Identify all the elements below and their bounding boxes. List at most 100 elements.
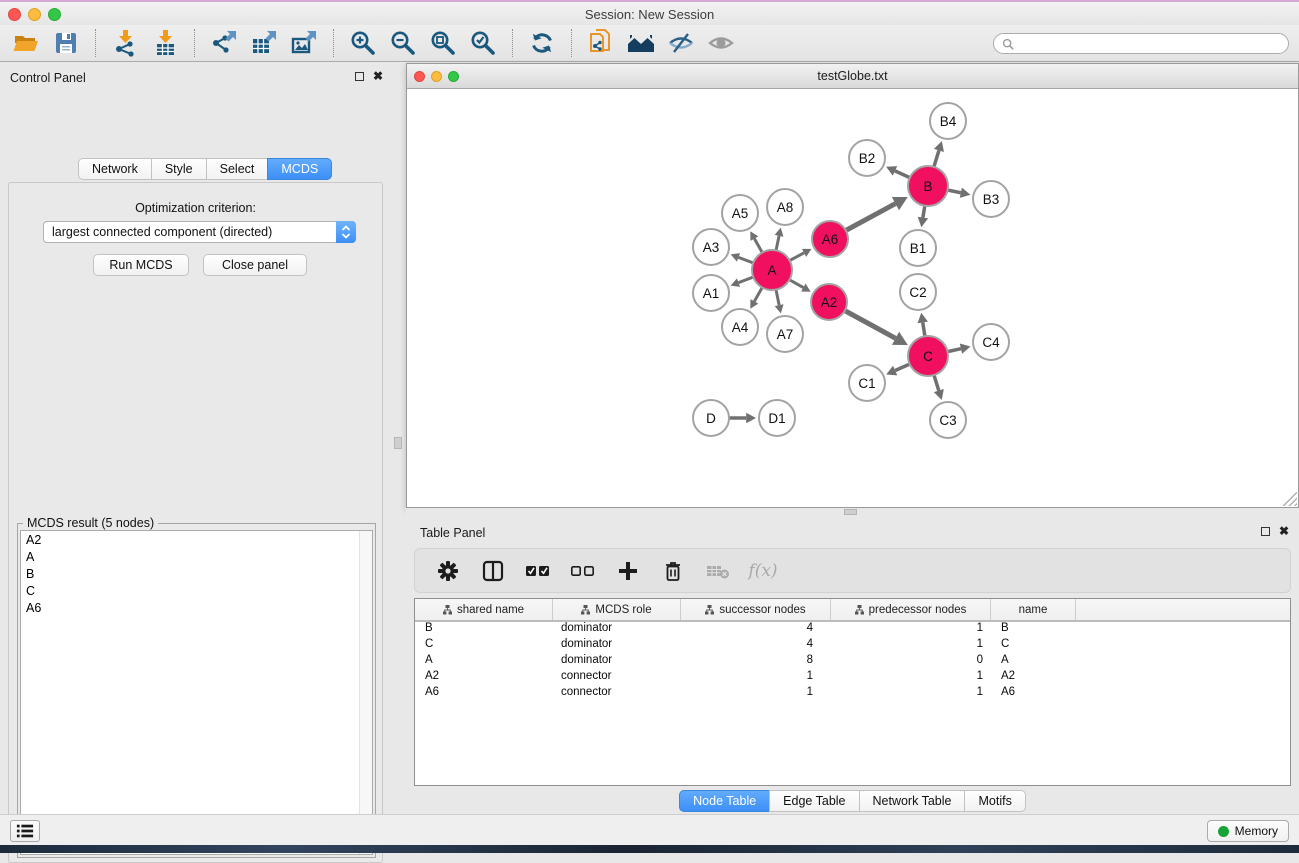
- result-item[interactable]: A: [21, 548, 372, 565]
- split-divider-horizontal[interactable]: [406, 508, 1299, 520]
- close-panel-button[interactable]: Close panel: [203, 254, 307, 276]
- function-builder-button[interactable]: f(x): [748, 555, 778, 587]
- graph-node-label: A8: [777, 200, 794, 215]
- criterion-dropdown[interactable]: largest connected component (directed): [43, 221, 356, 243]
- run-mcds-button[interactable]: Run MCDS: [93, 254, 189, 276]
- tab-style[interactable]: Style: [151, 158, 207, 180]
- node-table: shared nameMCDS rolesuccessor nodesprede…: [414, 598, 1291, 786]
- delete-table-button[interactable]: [703, 555, 733, 587]
- column-header-shared-name[interactable]: shared name: [415, 599, 553, 620]
- network-graph: B4B2BB3A8A5A6A3B1AC2A1A2A4A7C4CC1DD1C3: [407, 89, 1298, 507]
- show-all-button[interactable]: [701, 27, 741, 60]
- mcds-result-title: MCDS result (5 nodes): [23, 516, 158, 530]
- graph-arrowhead: [960, 344, 971, 354]
- chevron-up-down-icon: [341, 225, 351, 239]
- graph-node-label: B: [923, 179, 932, 194]
- graph-arrowhead: [775, 304, 784, 313]
- save-icon: [53, 30, 79, 56]
- create-column-button[interactable]: [613, 555, 643, 587]
- network-window-titlebar[interactable]: testGlobe.txt: [407, 64, 1298, 89]
- close-panel-icon[interactable]: ✖: [373, 72, 383, 81]
- table-tab-motifs[interactable]: Motifs: [964, 790, 1025, 812]
- table-cell: C: [415, 638, 553, 654]
- result-item[interactable]: A2: [21, 531, 372, 548]
- graph-node-label: A3: [703, 240, 720, 255]
- zoom-in-button[interactable]: [343, 27, 383, 60]
- column-header-MCDS-role[interactable]: MCDS role: [553, 599, 681, 620]
- tab-network[interactable]: Network: [78, 158, 152, 180]
- result-scrollbar[interactable]: [359, 531, 372, 854]
- open-folder-icon: [12, 29, 40, 57]
- deselect-all-button[interactable]: [568, 555, 598, 587]
- table-row[interactable]: Cdominator41C: [415, 638, 1290, 654]
- divider-handle-vertical[interactable]: [394, 437, 402, 449]
- table-cell: 4: [681, 638, 831, 654]
- table-panel-title: Table Panel: [420, 526, 485, 540]
- task-history-button[interactable]: [10, 820, 40, 842]
- network-window: testGlobe.txt B4B2BB3A8A5A6A3B1AC2A1A2A4…: [406, 63, 1299, 508]
- table-tab-edge-table[interactable]: Edge Table: [769, 790, 859, 812]
- float-table-panel-icon[interactable]: [1261, 527, 1270, 536]
- table-row[interactable]: Adominator80A: [415, 654, 1290, 670]
- control-tabs: NetworkStyleSelectMCDS: [78, 158, 332, 180]
- first-neighbors-button[interactable]: [621, 27, 661, 60]
- mcds-result-list: A2ABCA6: [20, 530, 373, 855]
- result-item[interactable]: B: [21, 565, 372, 582]
- search-input[interactable]: [1019, 37, 1280, 51]
- column-header-name[interactable]: name: [991, 599, 1076, 620]
- select-all-button[interactable]: [523, 555, 553, 587]
- table-settings-button[interactable]: [433, 555, 463, 587]
- table-row[interactable]: A6connector11A6: [415, 686, 1290, 702]
- table-row[interactable]: Bdominator41B: [415, 622, 1290, 638]
- graph-node-label: A4: [732, 320, 749, 335]
- delete-table-icon: [706, 562, 730, 580]
- zoom-selected-button[interactable]: [463, 27, 503, 60]
- tab-select[interactable]: Select: [206, 158, 269, 180]
- result-item[interactable]: C: [21, 582, 372, 599]
- table-row[interactable]: A2connector11A2: [415, 670, 1290, 686]
- table-cell: B: [991, 622, 1076, 638]
- export-network-button[interactable]: [204, 27, 244, 60]
- graph-arrowhead: [934, 141, 944, 152]
- result-item[interactable]: A6: [21, 599, 372, 616]
- unchecked-boxes-icon: [571, 564, 595, 578]
- window-titlebar: Session: New Session: [0, 0, 1299, 25]
- control-panel: Control Panel ✖ NetworkStyleSelectMCDS O…: [0, 62, 391, 814]
- search-field[interactable]: [993, 33, 1289, 54]
- save-session-button[interactable]: [46, 27, 86, 60]
- export-table-button[interactable]: [244, 27, 284, 60]
- hide-selection-button[interactable]: [661, 27, 701, 60]
- float-panel-icon[interactable]: [355, 72, 364, 81]
- resize-grip-icon[interactable]: [1283, 492, 1297, 506]
- refresh-button[interactable]: [522, 27, 562, 60]
- zoom-out-button[interactable]: [383, 27, 423, 60]
- import-network-button[interactable]: [105, 27, 145, 60]
- graph-arrowhead: [918, 217, 928, 228]
- table-tab-network-table[interactable]: Network Table: [859, 790, 966, 812]
- graph-node-label: A7: [777, 327, 794, 342]
- zoom-fit-button[interactable]: [423, 27, 463, 60]
- new-network-from-selection-button[interactable]: [581, 27, 621, 60]
- graph-node-label: B2: [859, 151, 876, 166]
- network-canvas[interactable]: B4B2BB3A8A5A6A3B1AC2A1A2A4A7C4CC1DD1C3: [407, 89, 1298, 507]
- graph-node-label: C4: [982, 335, 1000, 350]
- table-cell: 1: [681, 686, 831, 702]
- import-table-button[interactable]: [145, 27, 185, 60]
- import-network-icon: [111, 29, 139, 57]
- divider-handle[interactable]: [844, 509, 857, 515]
- delete-column-button[interactable]: [658, 555, 688, 587]
- attribute-type-icon: [855, 605, 864, 615]
- table-tab-node-table[interactable]: Node Table: [679, 790, 770, 812]
- tab-mcds[interactable]: MCDS: [267, 158, 332, 180]
- show-columns-button[interactable]: [478, 555, 508, 587]
- open-session-button[interactable]: [6, 27, 46, 60]
- column-header-predecessor-nodes[interactable]: predecessor nodes: [831, 599, 991, 620]
- column-header-successor-nodes[interactable]: successor nodes: [681, 599, 831, 620]
- table-cell: dominator: [553, 638, 681, 654]
- memory-button[interactable]: Memory: [1207, 820, 1289, 842]
- table-cell: A2: [415, 670, 553, 686]
- export-image-button[interactable]: [284, 27, 324, 60]
- gear-icon: [437, 560, 459, 582]
- criterion-value: largest connected component (directed): [44, 225, 336, 239]
- close-table-panel-icon[interactable]: ✖: [1279, 527, 1289, 536]
